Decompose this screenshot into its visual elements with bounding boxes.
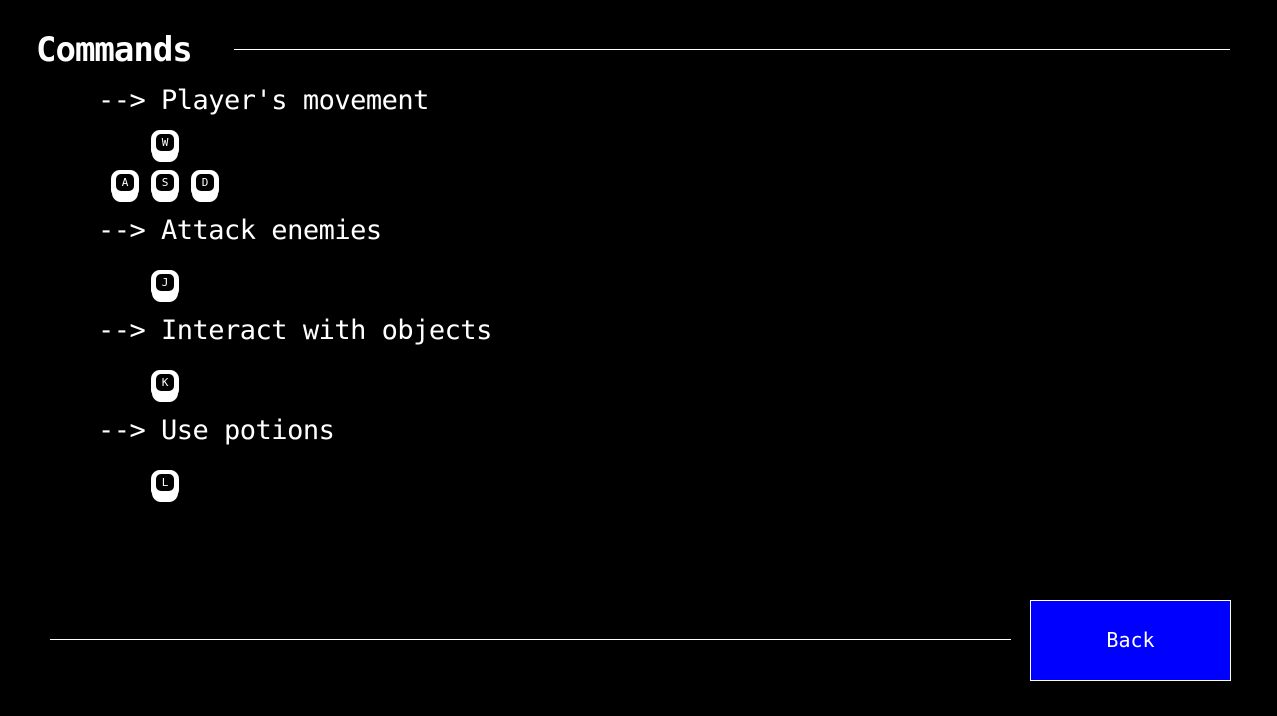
key-d-icon: D bbox=[191, 170, 219, 202]
key-k-letter: K bbox=[161, 376, 169, 389]
key-l-letter: L bbox=[161, 476, 169, 489]
key-a-letter: A bbox=[121, 176, 129, 189]
key-j-icon: J bbox=[151, 270, 179, 302]
title-divider bbox=[234, 49, 1230, 50]
key-a-icon: A bbox=[111, 170, 139, 202]
interact-label: --> Interact with objects bbox=[98, 315, 492, 346]
key-d-letter: D bbox=[201, 176, 209, 189]
footer-divider bbox=[50, 639, 1011, 640]
potions-label: --> Use potions bbox=[98, 415, 335, 446]
key-w-letter: W bbox=[161, 136, 169, 149]
key-k-icon: K bbox=[151, 370, 179, 402]
commands-screen: Commands --> Player's movement W A S D -… bbox=[0, 0, 1277, 716]
key-s-icon: S bbox=[151, 170, 179, 202]
key-j-letter: J bbox=[161, 276, 169, 289]
attack-label: --> Attack enemies bbox=[98, 215, 382, 246]
movement-label: --> Player's movement bbox=[98, 85, 429, 116]
back-button[interactable]: Back bbox=[1030, 600, 1231, 681]
key-w-icon: W bbox=[151, 130, 179, 162]
page-title: Commands bbox=[36, 30, 193, 70]
key-s-letter: S bbox=[161, 176, 169, 189]
key-l-icon: L bbox=[151, 470, 179, 502]
